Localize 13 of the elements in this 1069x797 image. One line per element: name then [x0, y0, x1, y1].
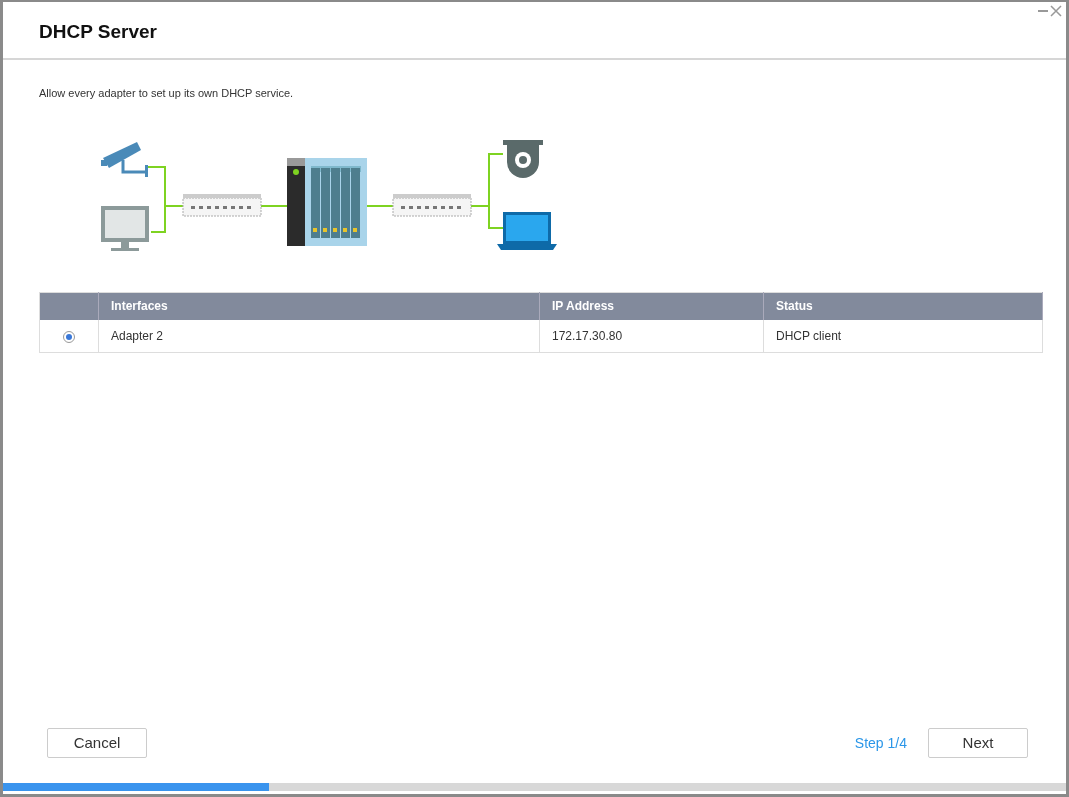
table-cell: Adapter 2: [98, 320, 540, 352]
cancel-button[interactable]: Cancel: [47, 728, 147, 758]
column-header: Interfaces: [98, 292, 540, 320]
radio-button[interactable]: [63, 330, 75, 343]
table-cell: DHCP client: [763, 320, 1043, 352]
next-button[interactable]: Next: [928, 728, 1028, 758]
dialog-title: DHCP Server: [39, 19, 157, 44]
column-header: IP Address: [539, 292, 764, 320]
close-icon[interactable]: [1050, 5, 1062, 17]
step-indicator: Step 1/4: [854, 733, 907, 753]
description-text: Allow every adapter to set up its own DHCP service.: [39, 86, 295, 101]
column-header: Status: [763, 292, 1043, 320]
table-cell: 172.17.30.80: [539, 320, 764, 352]
